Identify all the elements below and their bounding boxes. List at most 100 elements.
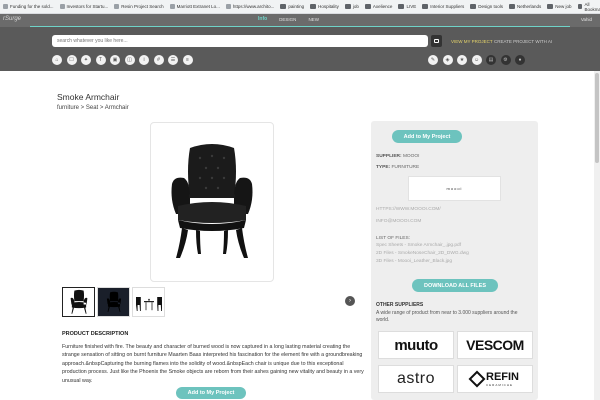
files-label: LIST OF FILES:	[376, 236, 411, 241]
settings-icon[interactable]: ●	[515, 55, 525, 65]
nav-new[interactable]: NEW	[308, 17, 319, 22]
supplier-logo[interactable]: moooi	[408, 176, 501, 201]
box-icon[interactable]: ▣	[110, 55, 120, 65]
supplier-card-muuto[interactable]: muuto	[378, 331, 454, 359]
user-icon[interactable]: ☺	[471, 55, 482, 65]
lamp-icon[interactable]: ✦	[81, 55, 91, 65]
bookmark-label: New job	[555, 4, 572, 9]
product-description: Furniture finished with fire. The beauty…	[62, 344, 364, 384]
folder-icon	[577, 4, 583, 9]
refin-logo-subtext: CERAMICHE	[486, 383, 514, 387]
bookmark-label: Investors for Startu...	[66, 4, 109, 9]
bookmark-item[interactable]: New job	[547, 4, 572, 9]
app-header: rSurge Info DESIGN NEW Vahid	[0, 14, 600, 27]
supplier-website-link[interactable]: HTTPS://WWW.MOOOI.COM/	[376, 207, 441, 212]
bookmark-label: painting	[288, 4, 305, 9]
nav-design[interactable]: DESIGN	[279, 17, 296, 22]
create-project-ai-link[interactable]: CREATE PROJECT WITH AI	[494, 39, 552, 44]
folder-icon	[344, 4, 351, 9]
supplier-card-vescom[interactable]: VESCOM	[457, 331, 533, 359]
breadcrumb: furniture > Seat > Armchair	[57, 105, 129, 111]
gear-icon[interactable]: ⚙	[500, 55, 511, 65]
pencil-icon[interactable]: ✎	[428, 55, 438, 65]
home-icon[interactable]: ⌂	[52, 55, 62, 65]
bookmark-item[interactable]: Netherlands	[509, 4, 541, 9]
bookmark-label: Marriott Extranet Lo...	[176, 4, 220, 9]
file-link-2[interactable]: 2D Files - SmokeNoseChair_2D_DWG.dwg	[376, 251, 469, 256]
bookmark-item[interactable]: Design tools	[470, 4, 503, 9]
bookmark-item[interactable]: Axelience	[364, 4, 393, 9]
product-title: Smoke Armchair	[57, 92, 120, 102]
refin-diamond-icon	[468, 370, 486, 388]
bookmark-item[interactable]: Marriott Extranet Lo...	[169, 4, 220, 9]
bookmark-label: Axelience	[372, 4, 393, 9]
supplier-email-link[interactable]: INFO@MOOOI.COM	[376, 219, 421, 224]
grid-icon[interactable]: #	[153, 55, 164, 65]
favicon-icon	[59, 4, 65, 9]
supplier-card-refin[interactable]: REFIN CERAMICHE	[457, 365, 533, 393]
bookmark-item[interactable]: Resin Project Search	[114, 4, 164, 9]
sofa-icon[interactable]: ☐	[66, 55, 77, 65]
layers-icon[interactable]: ≡	[182, 55, 193, 65]
page-scrollbar[interactable]	[594, 71, 600, 400]
bookmark-item[interactable]: painting	[280, 4, 304, 9]
type-label: TYPE:	[376, 165, 391, 170]
text-icon[interactable]: T	[95, 55, 106, 65]
supplier-line: SUPPLIER: MOOOI	[376, 154, 419, 159]
all-bookmarks-label: All Bookmarks	[584, 1, 600, 12]
bookmark-item[interactable]: Interior Suppliers	[422, 4, 464, 9]
vescom-logo: VESCOM	[466, 337, 524, 353]
file-link-3[interactable]: 3D Files - Moooi_Leather_Black.jpg	[376, 259, 452, 264]
folder-icon	[364, 4, 371, 9]
file-link-1[interactable]: Spec Sheets - Smoke Armchair_.jpg.pdf	[376, 243, 461, 248]
all-bookmarks[interactable]: All Bookmarks	[577, 1, 600, 12]
thumbnail-strip	[62, 287, 165, 317]
thumbnail-1[interactable]	[62, 287, 95, 317]
tag-icon[interactable]: ◈	[442, 55, 453, 65]
favicon-icon	[225, 4, 231, 9]
camera-search-button[interactable]	[431, 35, 442, 47]
folder-icon	[509, 4, 515, 9]
camera-icon	[434, 39, 439, 43]
info-icon[interactable]: i	[139, 55, 149, 65]
supplier-value[interactable]: MOOOI	[403, 154, 420, 159]
thumbnail-2[interactable]	[97, 287, 130, 317]
add-to-project-button-bottom[interactable]: Add to My Project	[176, 387, 246, 399]
user-name[interactable]: Vahid	[581, 17, 592, 22]
bookmark-label: Funding for the sold...	[10, 4, 54, 9]
bookmark-label: Interior Suppliers	[430, 4, 465, 9]
folder-icon	[398, 4, 405, 9]
image-icon[interactable]: ◫	[124, 55, 135, 65]
download-all-files-button[interactable]: DOWNLOAD ALL FILES	[412, 279, 498, 292]
favicon-icon	[3, 4, 8, 9]
other-suppliers-heading: OTHER SUPPLIERS	[376, 302, 424, 308]
product-image[interactable]	[150, 122, 274, 282]
add-to-project-button[interactable]: Add to My Project	[392, 130, 462, 143]
bookmark-item[interactable]: job	[344, 4, 359, 9]
cart-icon[interactable]: ▤	[486, 55, 496, 65]
bookmarks-bar: Funding for the sold... Investors for Sta…	[0, 0, 600, 14]
folder-icon	[310, 4, 317, 9]
bookmark-item[interactable]: https://www.archito...	[225, 4, 274, 9]
app-logo[interactable]: rSurge	[3, 16, 21, 22]
next-image-button[interactable]: ›	[345, 296, 355, 306]
bookmark-item[interactable]: LIVE	[398, 4, 416, 9]
bookmark-label: job	[352, 4, 359, 9]
bookmark-label: Resin Project Search	[121, 4, 164, 9]
bookmark-item[interactable]: Hospitality	[310, 4, 339, 9]
star-icon[interactable]: ★	[457, 55, 467, 65]
bookmark-item[interactable]: Funding for the sold...	[3, 4, 54, 9]
bookmark-item[interactable]: Investors for Startu...	[59, 4, 109, 9]
supplier-card-astro[interactable]: astro	[378, 365, 454, 393]
scrollbar-thumb[interactable]	[595, 73, 599, 163]
view-my-project-link[interactable]: VIEW MY PROJECT	[451, 39, 493, 44]
folder-icon	[280, 4, 287, 9]
type-value: FURNITURE	[391, 165, 420, 170]
list-icon[interactable]: ☰	[168, 55, 178, 65]
bookmark-label: Hospitality	[318, 4, 339, 9]
nav-info[interactable]: Info	[258, 16, 267, 22]
supplier-label: SUPPLIER:	[376, 154, 402, 159]
astro-logo: astro	[396, 370, 436, 387]
thumbnail-3[interactable]	[132, 287, 165, 317]
search-input[interactable]	[52, 35, 428, 47]
